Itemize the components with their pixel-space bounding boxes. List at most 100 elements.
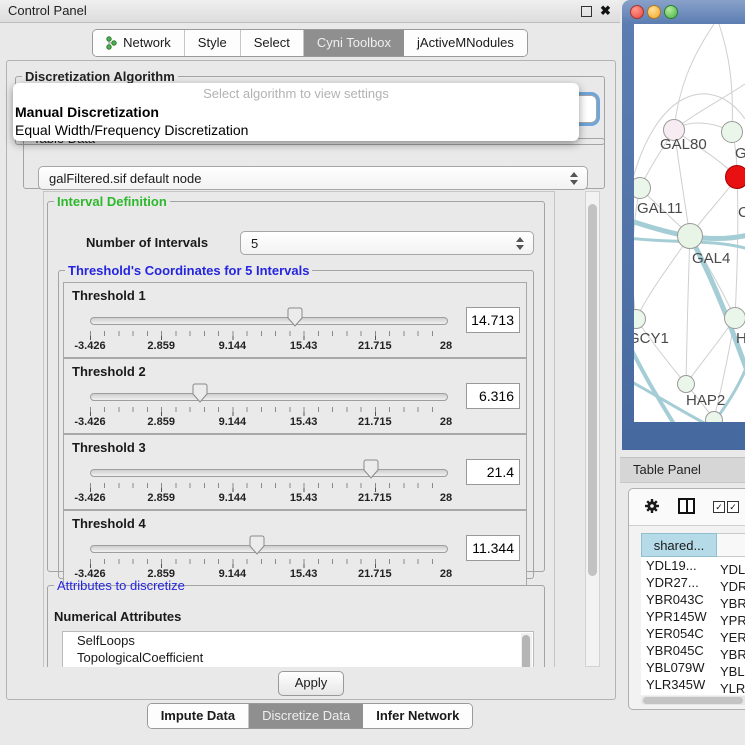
- tab-select[interactable]: Select: [241, 30, 304, 56]
- node-label: HAP2: [686, 392, 725, 409]
- bottom-tab-bar: Impute Data Discretize Data Infer Networ…: [0, 703, 620, 729]
- float-window-icon[interactable]: [581, 6, 592, 17]
- close-traffic-light[interactable]: [630, 5, 644, 19]
- panel-title: Control Panel: [8, 0, 87, 22]
- tab-discretize-data[interactable]: Discretize Data: [249, 704, 363, 728]
- scrollbar-thumb[interactable]: [643, 697, 743, 704]
- network-canvas[interactable]: GAL80 G C GAL11 GAL4 GCY1 H HAP2: [634, 24, 745, 422]
- thresholds-group: Threshold's Coordinates for 5 Intervals …: [58, 263, 534, 579]
- scrollbar-thumb[interactable]: [588, 204, 597, 576]
- close-icon[interactable]: ✖: [600, 3, 611, 19]
- apply-button[interactable]: Apply: [278, 671, 344, 696]
- combo-arrows-icon: [516, 237, 524, 250]
- minimize-traffic-light[interactable]: [647, 5, 661, 19]
- network-icon: [106, 36, 117, 50]
- checkbox-icon[interactable]: ✓: [713, 501, 725, 513]
- tab-cyni-toolbox[interactable]: Cyni Toolbox: [304, 30, 404, 56]
- table-rows: YDL19...YDL1 YDR27...YDR2 YBR043CYBR0 YP…: [641, 557, 745, 695]
- numerical-attributes-list[interactable]: SelfLoops TopologicalCoefficient Between…: [62, 631, 534, 667]
- network-node[interactable]: [677, 223, 703, 249]
- node-label: H: [736, 330, 745, 347]
- table-data-combobox[interactable]: galFiltered.sif default node: [38, 166, 588, 190]
- table-row[interactable]: YIL052CYIL0: [641, 693, 745, 695]
- slider-thumb[interactable]: [286, 307, 304, 327]
- combo-arrows-icon: [570, 172, 578, 185]
- table-row[interactable]: YBL079WYBL0: [641, 659, 745, 676]
- table-row[interactable]: YDL19...YDL1: [641, 557, 745, 574]
- dropdown-option-equal-width[interactable]: Equal Width/Frequency Discretization: [13, 121, 579, 139]
- threshold-2-value-field[interactable]: [466, 383, 520, 409]
- threshold-4-panel: Threshold 4 -3.4262.859 9.14: [63, 510, 527, 586]
- slider-track[interactable]: [90, 393, 448, 401]
- column-header-name[interactable]: na: [717, 533, 745, 557]
- attributes-to-discretize-group: Attributes to discretize Numerical Attri…: [47, 578, 545, 667]
- table-row[interactable]: YBR043CYBR0: [641, 591, 745, 608]
- node-label: C: [738, 204, 745, 221]
- manual-discretization-panel: Interval Definition Number of Intervals …: [43, 191, 555, 667]
- node-label: GAL80: [660, 136, 707, 153]
- table-toolbar: ✓ ✓: [629, 489, 745, 526]
- screenshot-root: Control Panel ✖ Network Style Select: [0, 0, 745, 745]
- list-item[interactable]: TopologicalCoefficient: [63, 649, 533, 666]
- horizontal-scrollbar[interactable]: [641, 696, 745, 705]
- threshold-3-value-field[interactable]: [466, 459, 520, 485]
- tab-impute-data[interactable]: Impute Data: [148, 704, 249, 728]
- zoom-traffic-light[interactable]: [664, 5, 678, 19]
- list-item[interactable]: BetweennessCentrality: [63, 666, 533, 667]
- list-item[interactable]: SelfLoops: [63, 632, 533, 649]
- threshold-2-slider[interactable]: -3.4262.859 9.14415.43 21.71528: [90, 359, 446, 433]
- number-of-intervals-combobox[interactable]: 5: [240, 231, 534, 255]
- network-node[interactable]: [705, 411, 723, 422]
- table-row[interactable]: YPR145WYPR1: [641, 608, 745, 625]
- dropdown-option-manual[interactable]: Manual Discretization: [13, 103, 579, 121]
- threshold-3-panel: Threshold 3 -3.4262.859 9.14: [63, 434, 527, 510]
- slider-track[interactable]: [90, 469, 448, 477]
- control-panel-titlebar: Control Panel ✖: [0, 0, 620, 23]
- threshold-1-slider[interactable]: -3.4262.859 9.14415.43 21.71528: [90, 283, 446, 357]
- network-node[interactable]: [724, 307, 745, 329]
- tab-network[interactable]: Network: [93, 30, 185, 56]
- table-row[interactable]: YDR27...YDR2: [641, 574, 745, 591]
- list-scrollbar[interactable]: [521, 633, 532, 667]
- tab-jactivemnodules[interactable]: jActiveMNodules: [404, 30, 527, 56]
- dropdown-placeholder-item: Select algorithm to view settings: [13, 85, 579, 103]
- vertical-scrollbar[interactable]: [585, 191, 600, 667]
- slider-track[interactable]: [90, 317, 448, 325]
- table-row[interactable]: YBR045CYBR0: [641, 642, 745, 659]
- table-panel-titlebar: Table Panel: [620, 457, 745, 483]
- numerical-attributes-label: Numerical Attributes: [54, 609, 181, 624]
- algorithm-dropdown-popup: Select algorithm to view settings Manual…: [13, 83, 579, 141]
- table-row[interactable]: YLR345WYLR3: [641, 676, 745, 693]
- threshold-1-value-field[interactable]: [466, 307, 520, 333]
- gear-icon[interactable]: [644, 498, 660, 514]
- node-label: GAL4: [692, 250, 730, 267]
- settings-scroll-viewport: Interval Definition Number of Intervals …: [15, 191, 581, 667]
- threshold-4-value-field[interactable]: [466, 535, 520, 561]
- cyni-toolbox-pane: Discretization Algorithm Select algorith…: [6, 60, 616, 700]
- threshold-3-slider[interactable]: -3.4262.859 9.14415.43 21.71528: [90, 435, 446, 509]
- network-node-selected-red[interactable]: [725, 165, 745, 189]
- tab-infer-network[interactable]: Infer Network: [363, 704, 472, 728]
- node-label: G: [735, 145, 745, 162]
- checkbox-icon[interactable]: ✓: [727, 501, 739, 513]
- network-view-window: GAL80 G C GAL11 GAL4 GCY1 H HAP2: [622, 0, 745, 450]
- slider-thumb[interactable]: [362, 459, 380, 479]
- node-label: GCY1: [634, 330, 669, 347]
- network-node[interactable]: [677, 375, 695, 393]
- threshold-4-slider[interactable]: -3.4262.859 9.14415.43 21.71528: [90, 511, 446, 585]
- slider-track[interactable]: [90, 545, 448, 553]
- threshold-1-panel: Threshold 1 -3.4262.859 9.14: [63, 282, 527, 358]
- number-of-intervals-label: Number of Intervals: [86, 235, 208, 250]
- node-table: ✓ ✓ shared... na YDL19...YDL1 YDR27...YD…: [628, 488, 745, 710]
- threshold-2-panel: Threshold 2 -3.4262.859 9.14: [63, 358, 527, 434]
- columns-icon[interactable]: [678, 498, 695, 514]
- top-tab-bar: Network Style Select Cyni Toolbox jActiv…: [0, 29, 620, 57]
- table-row[interactable]: YER054CYER0: [641, 625, 745, 642]
- column-header-shared-name[interactable]: shared...: [641, 533, 717, 557]
- slider-thumb[interactable]: [191, 383, 209, 403]
- tab-style[interactable]: Style: [185, 30, 241, 56]
- network-node[interactable]: [721, 121, 743, 143]
- interval-definition-group: Interval Definition Number of Intervals …: [47, 194, 545, 572]
- slider-thumb[interactable]: [248, 535, 266, 555]
- node-label: GAL11: [637, 200, 683, 217]
